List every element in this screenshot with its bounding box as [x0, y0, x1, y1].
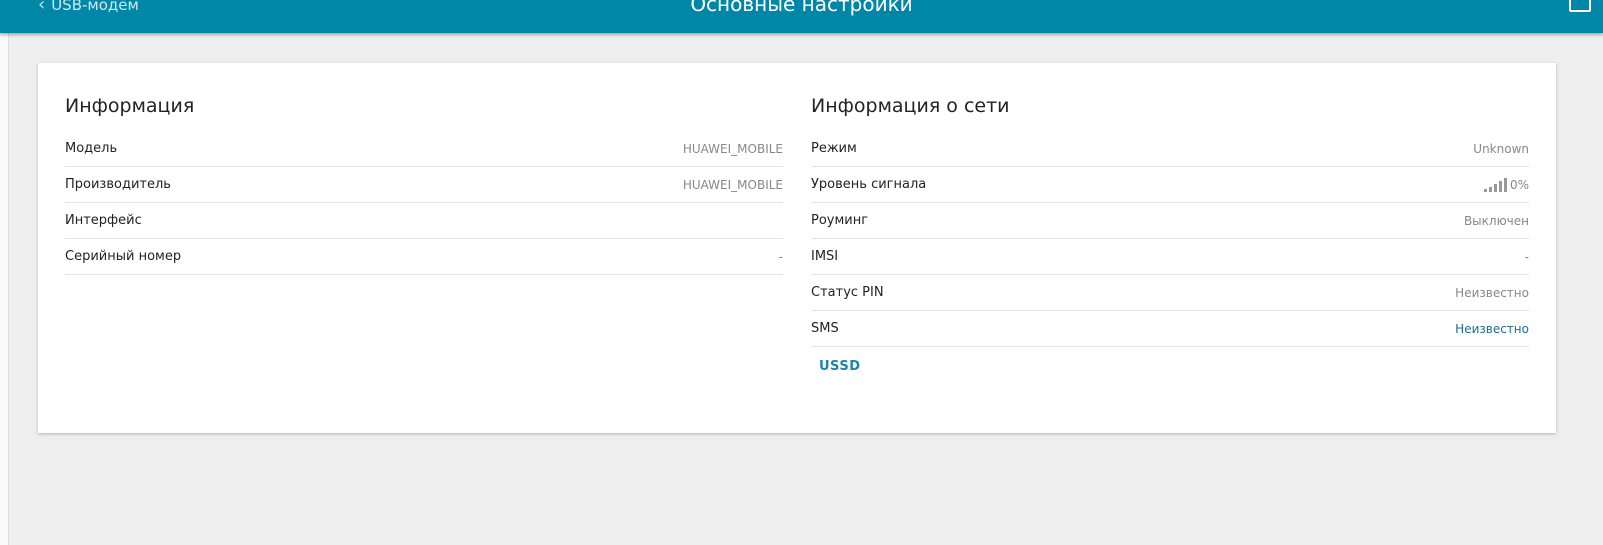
row-label: Статус PIN — [811, 285, 884, 300]
row-value: Неизвестно — [1455, 285, 1529, 300]
info-row-model: Модель HUAWEI_MOBILE — [65, 131, 783, 167]
row-value: 0% — [1509, 177, 1529, 192]
network-row-signal: Уровень сигнала 0% — [811, 167, 1529, 203]
row-label: Производитель — [65, 177, 171, 192]
row-label: Уровень сигнала — [811, 177, 927, 192]
network-row-sms: SMS Неизвестно — [811, 311, 1529, 347]
info-card: Информация Модель HUAWEI_MOBILE Производи… — [38, 63, 1556, 433]
network-row-pin: Статус PIN Неизвестно — [811, 275, 1529, 311]
left-strip — [0, 0, 9, 545]
row-value: HUAWEI_MOBILE — [682, 177, 783, 192]
network-row-imsi: IMSI - — [811, 239, 1529, 275]
info-row-manufacturer: Производитель HUAWEI_MOBILE — [65, 167, 783, 203]
network-row-roaming: Роуминг Выключен — [811, 203, 1529, 239]
network-row-mode: Режим Unknown — [811, 131, 1529, 167]
sms-status-link[interactable]: Неизвестно — [1455, 322, 1529, 336]
top-header: ‹ USB-модем Основные настройки — [0, 0, 1603, 33]
save-icon[interactable] — [1569, 0, 1591, 12]
row-value: Unknown — [1473, 141, 1529, 156]
row-value: - — [778, 249, 783, 264]
row-label: Модель — [65, 141, 118, 156]
page-title: Основные настройки — [690, 0, 913, 16]
row-label: Интерфейс — [65, 213, 142, 228]
row-value: HUAWEI_MOBILE — [682, 141, 783, 156]
row-value: - — [1524, 249, 1529, 264]
info-title: Информация — [65, 95, 195, 117]
network-section: Информация о сети Режим Unknown Уровень с… — [811, 95, 1529, 374]
row-label: Роуминг — [811, 213, 869, 228]
row-value: Выключен — [1463, 213, 1529, 228]
row-label: SMS — [811, 321, 839, 336]
info-row-interface: Интерфейс — [65, 203, 783, 239]
row-label: Режим — [811, 141, 857, 156]
network-title: Информация о сети — [811, 95, 1010, 117]
signal-bars-icon — [1483, 177, 1507, 192]
row-label: IMSI — [811, 249, 839, 264]
info-row-serial: Серийный номер - — [65, 239, 783, 275]
info-section: Информация Модель HUAWEI_MOBILE Производи… — [65, 95, 783, 275]
row-label: Серийный номер — [65, 249, 182, 264]
ussd-button[interactable]: USSD — [819, 359, 861, 374]
